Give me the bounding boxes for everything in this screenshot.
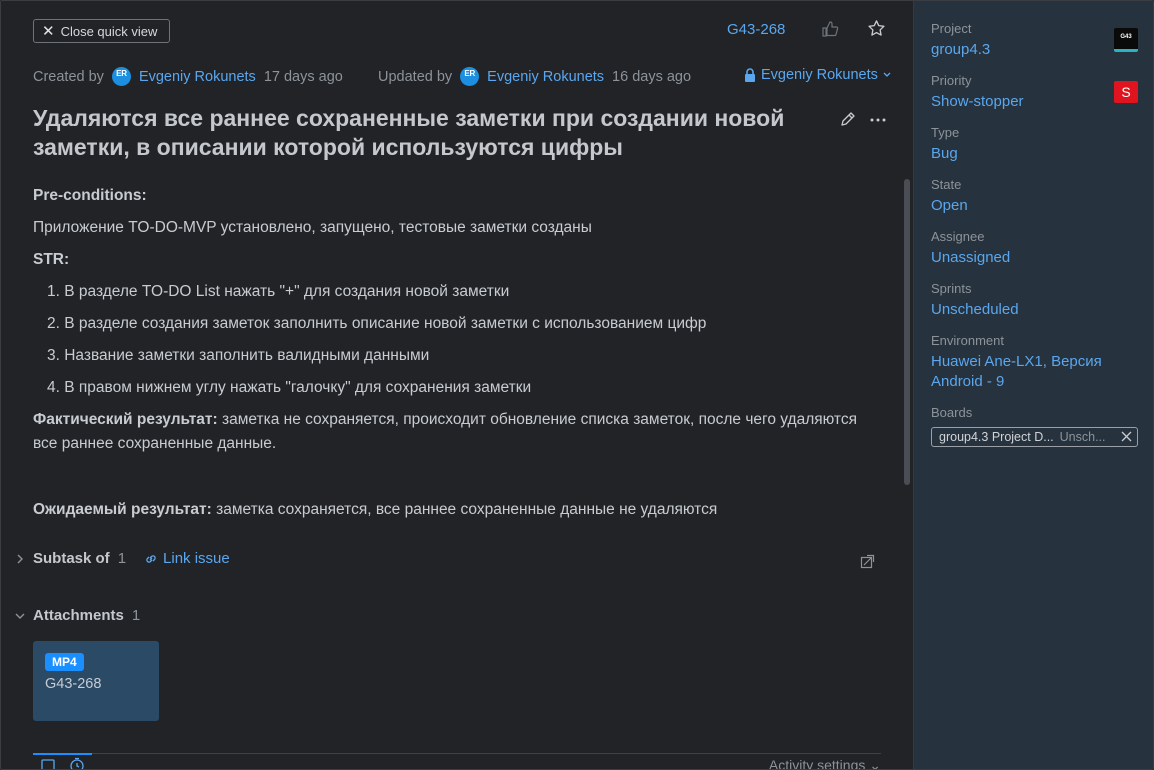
remove-board-icon[interactable] [1120, 430, 1133, 443]
board-sprint: Unsch... [1059, 430, 1106, 444]
attachments-label[interactable]: Attachments [33, 607, 124, 624]
priority-label: Priority [931, 73, 972, 88]
issue-description: Pre-conditions: Приложение TO-DO-MVP уст… [33, 184, 883, 522]
priority-value[interactable]: Show-stopper [931, 92, 1024, 112]
assignee-field[interactable]: Assignee Unassigned [931, 229, 1010, 268]
project-label: Project [931, 21, 972, 36]
assignee-label: Assignee [931, 229, 985, 244]
actual-result: Фактический результат: заметка не сохран… [33, 408, 883, 456]
updated-time: 16 days ago [612, 68, 692, 85]
main-panel: ✕ Close quick view G43-268 Created by ER… [1, 1, 913, 770]
priority-badge: S [1114, 81, 1138, 103]
avatar: ER [111, 67, 131, 86]
issue-title[interactable]: Удаляются все раннее сохраненные заметки… [33, 104, 823, 162]
boards-field: Boards [931, 405, 972, 424]
attachments-section: Attachments 1 [13, 607, 158, 624]
close-icon: ✕ [42, 22, 55, 40]
steps-list: 1. В разделе TO-DO List нажать "+" для с… [47, 280, 883, 400]
attachment-name: G43-268 [45, 676, 102, 692]
boards-label: Boards [931, 405, 973, 420]
str-label: STR: [33, 251, 70, 268]
created-time: 17 days ago [263, 68, 343, 85]
priority-field[interactable]: Priority Show-stopper [931, 73, 1024, 112]
environment-field[interactable]: Environment Huawei Ane-LX1, Версия Andro… [931, 333, 1121, 392]
preconditions-text: Приложение TO-DO-MVP установлено, запуще… [33, 219, 592, 236]
attachments-count: 1 [131, 607, 141, 624]
issue-quick-view: ✕ Close quick view G43-268 Created by ER… [0, 0, 1154, 770]
close-quick-view-label: Close quick view [60, 23, 158, 39]
chevron-down-icon[interactable] [13, 609, 27, 623]
visibility-label: Evgeniy Rokunets [761, 67, 878, 83]
updater-name-link[interactable]: Evgeniy Rokunets [487, 69, 604, 85]
history-tab-icon[interactable] [69, 757, 85, 770]
state-value[interactable]: Open [931, 196, 968, 216]
expected-result: Ожидаемый результат: заметка сохраняется… [33, 498, 883, 522]
creator-name-link[interactable]: Evgeniy Rokunets [139, 69, 256, 85]
subtask-count: 1 [117, 550, 127, 567]
activity-settings-label: Activity settings [768, 757, 866, 770]
updated-by-row: Updated by ER Evgeniy Rokunets 16 days a… [378, 67, 691, 86]
subtask-section: Subtask of 1 Link issue [13, 550, 883, 567]
sprints-field[interactable]: Sprints Unscheduled [931, 281, 1019, 320]
chevron-right-icon[interactable] [13, 552, 27, 566]
state-label: State [931, 177, 962, 192]
attachment-card[interactable]: MP4 G43-268 [33, 641, 159, 721]
comments-tab-icon[interactable] [41, 759, 55, 770]
chevron-down-icon [883, 72, 891, 77]
created-by-label: Created by [33, 68, 104, 85]
preconditions-label: Pre-conditions: [33, 187, 147, 204]
open-in-new-icon[interactable] [860, 554, 875, 569]
actual-result-label: Фактический результат: [33, 411, 218, 428]
issue-fields-sidebar: Project group4.3 G43 Priority Show-stopp… [913, 1, 1153, 769]
environment-label: Environment [931, 333, 1004, 348]
sprints-value[interactable]: Unscheduled [931, 300, 1019, 320]
issue-id-link[interactable]: G43-268 [727, 21, 785, 38]
type-value[interactable]: Bug [931, 144, 959, 164]
close-quick-view-button[interactable]: ✕ Close quick view [33, 19, 170, 43]
state-field[interactable]: State Open [931, 177, 968, 216]
lock-icon [745, 68, 755, 82]
type-field[interactable]: Type Bug [931, 125, 959, 164]
subtask-label[interactable]: Subtask of [33, 550, 110, 567]
visibility-selector[interactable]: Evgeniy Rokunets [744, 67, 891, 83]
project-field[interactable]: Project group4.3 [931, 21, 990, 60]
star-icon[interactable] [867, 19, 886, 38]
chevron-down-icon: ⌄ [869, 757, 881, 770]
link-icon [146, 554, 156, 563]
list-item: 4. В правом нижнем углу нажать "галочку"… [47, 379, 532, 396]
list-item: 1. В разделе TO-DO List нажать "+" для с… [47, 283, 510, 300]
project-value[interactable]: group4.3 [931, 40, 990, 60]
environment-value[interactable]: Huawei Ane-LX1, Версия Android - 9 [931, 352, 1121, 392]
list-item: 3. Название заметки заполнить валидными … [47, 347, 430, 364]
more-options-icon[interactable] [869, 112, 887, 128]
thumbs-up-icon[interactable] [821, 20, 839, 38]
updated-by-label: Updated by [378, 68, 453, 85]
created-by-row: Created by ER Evgeniy Rokunets 17 days a… [33, 67, 343, 86]
list-item: 2. В разделе создания заметок заполнить … [47, 315, 707, 332]
sprints-label: Sprints [931, 281, 972, 296]
project-logo: G43 [1114, 28, 1138, 52]
file-type-badge: MP4 [45, 653, 84, 671]
link-issue-button[interactable]: Link issue [144, 550, 230, 567]
link-issue-label: Link issue [163, 550, 230, 567]
activity-tabs: Activity settings ⌄ [33, 753, 881, 770]
board-name: group4.3 Project D... [939, 430, 1054, 444]
avatar: ER [460, 67, 480, 86]
scrollbar[interactable] [904, 179, 910, 485]
type-label: Type [931, 125, 960, 140]
active-tab-indicator [33, 753, 92, 755]
activity-settings-button[interactable]: Activity settings ⌄ [768, 757, 881, 770]
pencil-icon[interactable] [839, 111, 856, 128]
expected-result-text: заметка сохраняется, все раннее сохранен… [211, 501, 718, 518]
expected-result-label: Ожидаемый результат: [33, 501, 212, 518]
assignee-value[interactable]: Unassigned [931, 248, 1010, 268]
board-chip[interactable]: group4.3 Project D... Unsch... [931, 427, 1138, 447]
